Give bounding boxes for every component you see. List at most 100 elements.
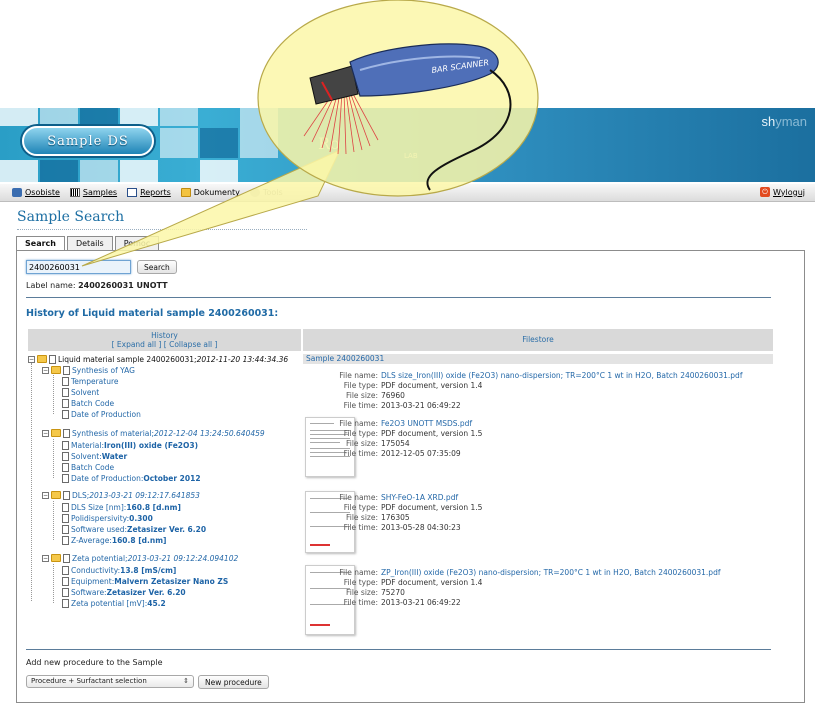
menu-item-tools[interactable]: Tools — [249, 188, 283, 197]
barcode-icon — [69, 188, 80, 197]
tree-guide — [31, 363, 32, 601]
file-name-key: File name: — [339, 492, 378, 502]
banner-tile — [160, 108, 198, 126]
tab-bar: Search Details Pomoc — [16, 236, 161, 252]
file-name-link[interactable]: SHY-FeO-1A XRD.pdf — [381, 493, 458, 502]
procedure-select[interactable]: Procedure + Surfactant selection ⇕ — [26, 675, 194, 688]
file-entry: File name: SHY-FeO-1A XRD.pdf File type: P… — [303, 492, 482, 532]
page-title: Sample Search — [17, 209, 125, 225]
filestore-sample-link[interactable]: Sample 2400260031 — [303, 354, 773, 364]
tree-group-time: 2013-03-21 09:12:24.094102 — [127, 553, 239, 563]
file-type-key: File type: — [343, 577, 378, 587]
tree-group-title: Zeta potential; — [72, 553, 128, 563]
tree-guide — [53, 375, 54, 414]
banner-tile — [80, 108, 118, 126]
tree-group-title: Synthesis of material; — [72, 428, 154, 438]
tab-details[interactable]: Details — [66, 236, 113, 251]
tree-leaf[interactable]: Z-Average: 160.8 [d.nm] — [62, 535, 166, 545]
search-panel: Search Label name: 2400260031 UNOTT Hist… — [16, 250, 805, 703]
banner-tile — [40, 108, 78, 126]
file-size-value: 176305 — [381, 512, 410, 522]
tree-leaf[interactable]: Solvent — [62, 387, 99, 397]
expand-collapse-links[interactable]: [ Expand all ] [ Collapse all ] — [28, 340, 301, 349]
search-input[interactable] — [26, 260, 131, 274]
thumb-plot-line — [310, 624, 330, 626]
tree-group[interactable]: − Synthesis of YAG — [42, 365, 135, 375]
file-time-value: 2012-12-05 07:35:09 — [381, 448, 461, 458]
collapse-toggle[interactable]: − — [42, 366, 49, 374]
file-name-link[interactable]: Fe2O3 UNOTT MSDS.pdf — [381, 419, 472, 428]
history-column-header: History [ Expand all ] [ Collapse all ] — [28, 329, 301, 351]
tab-pomoc[interactable]: Pomoc — [114, 236, 160, 251]
document-icon — [62, 576, 69, 586]
file-size-value: 75270 — [381, 587, 405, 597]
logout-icon: ⏻ — [760, 187, 770, 197]
menu-item-reports[interactable]: Reports — [127, 188, 171, 197]
tree-leaf[interactable]: Material: Iron(III) oxide (Fe2O3) — [62, 440, 198, 450]
logout-link[interactable]: ⏻ Wyloguj — [760, 187, 805, 197]
tree-guide — [53, 564, 54, 603]
tree-leaf[interactable]: Software used: Zetasizer Ver. 6.20 — [62, 524, 206, 534]
collapse-toggle[interactable]: − — [42, 554, 49, 562]
tree-leaf[interactable]: DLS Size [nm]: 160.8 [d.nm] — [62, 502, 181, 512]
tree-leaf[interactable]: Batch Code — [62, 462, 114, 472]
document-icon — [62, 376, 69, 386]
tree-leaf-value: Zetasizer Ver. 6.20 — [106, 587, 186, 597]
tree-leaf[interactable]: Software: Zetasizer Ver. 6.20 — [62, 587, 186, 597]
tree-group[interactable]: − Zeta potential; 2013-03-21 09:12:24.09… — [42, 553, 238, 563]
tree-leaf-value: Malvern Zetasizer Nano ZS — [114, 576, 229, 586]
menu-item-osobiste[interactable]: Osobiste — [12, 188, 60, 197]
collapse-toggle[interactable]: − — [42, 429, 49, 437]
person-icon — [12, 188, 22, 197]
document-icon — [62, 502, 69, 512]
tree-leaf-key: Date of Production: — [71, 473, 144, 483]
file-name-key: File name: — [339, 418, 378, 428]
folder-icon — [180, 188, 191, 197]
tree-leaf-value: 45.2 — [147, 598, 166, 608]
document-icon — [62, 387, 69, 397]
tree-leaf[interactable]: Date of Production — [62, 409, 141, 419]
history-title: History of Liquid material sample 240026… — [26, 308, 279, 319]
tree-leaf[interactable]: Equipment: Malvern Zetasizer Nano ZS — [62, 576, 228, 586]
tree-leaf[interactable]: Date of Production: October 2012 — [62, 473, 201, 483]
document-icon — [49, 354, 56, 364]
tree-leaf-key: Polidispersivity: — [71, 513, 130, 523]
file-time-key: File time: — [343, 400, 378, 410]
collapse-toggle[interactable]: − — [42, 491, 49, 499]
tree-leaf[interactable]: Conductivity: 13.8 [mS/cm] — [62, 565, 176, 575]
tree-leaf[interactable]: Batch Code — [62, 398, 114, 408]
main-menu: Osobiste Samples Reports Dokumenty Tools… — [0, 184, 815, 202]
banner-tile — [120, 108, 158, 126]
app-logo[interactable]: Sample DS — [22, 126, 154, 156]
tree-group[interactable]: − Synthesis of material; 2012-12-04 13:2… — [42, 428, 265, 438]
tree-leaf-key: Conductivity: — [71, 565, 121, 575]
menu-item-samples[interactable]: Samples — [69, 188, 117, 197]
file-name-link[interactable]: DLS size_Iron(III) oxide (Fe2O3) nano-di… — [381, 371, 742, 380]
tree-leaf-value: 13.8 [mS/cm] — [120, 565, 177, 575]
tree-root[interactable]: − Liquid material sample 2400260031; 201… — [28, 354, 288, 364]
tree-leaf-key: Software: — [71, 587, 107, 597]
tree-leaf[interactable]: Polidispersivity: 0.300 — [62, 513, 153, 523]
divider — [26, 297, 771, 298]
tree-leaf-key: Solvent — [71, 387, 100, 397]
menu-item-dokumenty[interactable]: Dokumenty — [180, 188, 240, 197]
tree-leaf-key: Equipment: — [71, 576, 115, 586]
tree-leaf[interactable]: Temperature — [62, 376, 119, 386]
procedure-select-value: Procedure + Surfactant selection — [31, 677, 147, 685]
file-type-key: File type: — [343, 428, 378, 438]
filestore-column-header: Filestore — [303, 329, 773, 351]
collapse-toggle[interactable]: − — [28, 355, 35, 363]
tree-group[interactable]: − DLS; 2013-03-21 09:12:17.641853 — [42, 490, 200, 500]
document-icon — [62, 535, 69, 545]
new-procedure-button[interactable]: New procedure — [198, 675, 269, 689]
file-name-link[interactable]: ZP_Iron(III) oxide (Fe2O3) nano-dispersi… — [381, 568, 720, 577]
banner-tile — [200, 160, 238, 182]
search-button[interactable]: Search — [137, 260, 177, 274]
reports-icon — [127, 188, 138, 197]
document-icon — [63, 490, 70, 500]
tree-leaf[interactable]: Zeta potential [mV]: 45.2 — [62, 598, 166, 608]
tree-leaf-key: Batch Code — [71, 398, 115, 408]
file-time-value: 2013-05-28 04:30:23 — [381, 522, 461, 532]
brand-prefix: sh — [761, 114, 776, 129]
tree-leaf[interactable]: Solvent: Water — [62, 451, 127, 461]
